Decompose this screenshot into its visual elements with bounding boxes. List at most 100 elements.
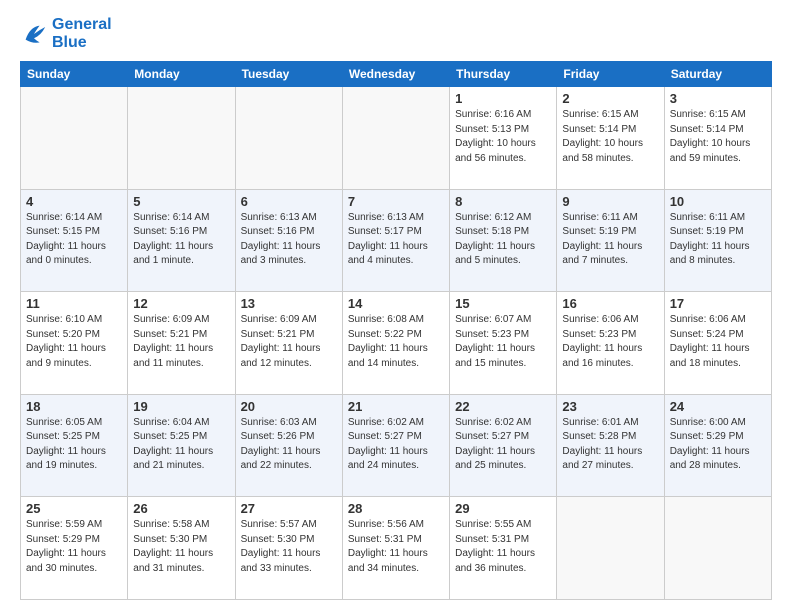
logo-icon [20, 20, 48, 48]
calendar-cell: 15 Sunrise: 6:07 AM Sunset: 5:23 PM Dayli… [450, 292, 557, 395]
calendar-cell [664, 497, 771, 600]
day-info: Sunrise: 6:06 AM Sunset: 5:23 PM Dayligh… [562, 313, 658, 371]
day-info: Sunrise: 6:14 AM Sunset: 5:16 PM Dayligh… [133, 211, 229, 269]
day-info: Sunrise: 6:09 AM Sunset: 5:21 PM Dayligh… [241, 313, 337, 371]
calendar-cell: 24 Sunrise: 6:00 AM Sunset: 5:29 PM Dayli… [664, 394, 771, 497]
day-number: 24 [670, 399, 766, 414]
day-number: 22 [455, 399, 551, 414]
calendar-cell: 3 Sunrise: 6:15 AM Sunset: 5:14 PM Daylig… [664, 87, 771, 190]
day-number: 19 [133, 399, 229, 414]
day-number: 27 [241, 501, 337, 516]
calendar-cell: 22 Sunrise: 6:02 AM Sunset: 5:27 PM Dayli… [450, 394, 557, 497]
calendar-cell [235, 87, 342, 190]
day-info: Sunrise: 6:02 AM Sunset: 5:27 PM Dayligh… [348, 416, 444, 474]
day-info: Sunrise: 6:13 AM Sunset: 5:17 PM Dayligh… [348, 211, 444, 269]
calendar-week-row: 1 Sunrise: 6:16 AM Sunset: 5:13 PM Daylig… [21, 87, 772, 190]
calendar-cell: 13Sunrise: 6:09 AM Sunset: 5:21 PM Dayli… [235, 292, 342, 395]
day-info: Sunrise: 5:57 AM Sunset: 5:30 PM Dayligh… [241, 518, 337, 576]
calendar-cell: 19 Sunrise: 6:04 AM Sunset: 5:25 PM Dayli… [128, 394, 235, 497]
day-info: Sunrise: 6:06 AM Sunset: 5:24 PM Dayligh… [670, 313, 766, 371]
calendar-cell: 9 Sunrise: 6:11 AM Sunset: 5:19 PM Daylig… [557, 189, 664, 292]
day-number: 25 [26, 501, 122, 516]
day-info: Sunrise: 6:03 AM Sunset: 5:26 PM Dayligh… [241, 416, 337, 474]
day-number: 12 [133, 296, 229, 311]
calendar-cell: 28 Sunrise: 5:56 AM Sunset: 5:31 PM Dayli… [342, 497, 449, 600]
day-number: 14 [348, 296, 444, 311]
calendar-week-row: 25 Sunrise: 5:59 AM Sunset: 5:29 PM Dayli… [21, 497, 772, 600]
calendar-week-row: 11Sunrise: 6:10 AM Sunset: 5:20 PM Dayli… [21, 292, 772, 395]
day-info: Sunrise: 6:05 AM Sunset: 5:25 PM Dayligh… [26, 416, 122, 474]
calendar-cell: 26Sunrise: 5:58 AM Sunset: 5:30 PM Dayli… [128, 497, 235, 600]
day-number: 4 [26, 194, 122, 209]
calendar-cell: 27 Sunrise: 5:57 AM Sunset: 5:30 PM Dayli… [235, 497, 342, 600]
calendar-cell: 8Sunrise: 6:12 AM Sunset: 5:18 PM Daylig… [450, 189, 557, 292]
day-info: Sunrise: 6:02 AM Sunset: 5:27 PM Dayligh… [455, 416, 551, 474]
day-number: 15 [455, 296, 551, 311]
calendar-header-row: SundayMondayTuesdayWednesdayThursdayFrid… [21, 62, 772, 87]
day-info: Sunrise: 6:08 AM Sunset: 5:22 PM Dayligh… [348, 313, 444, 371]
day-info: Sunrise: 5:58 AM Sunset: 5:30 PM Dayligh… [133, 518, 229, 576]
day-info: Sunrise: 6:07 AM Sunset: 5:23 PM Dayligh… [455, 313, 551, 371]
day-info: Sunrise: 6:15 AM Sunset: 5:14 PM Dayligh… [670, 108, 766, 166]
calendar-week-row: 18 Sunrise: 6:05 AM Sunset: 5:25 PM Dayli… [21, 394, 772, 497]
calendar-cell: 20 Sunrise: 6:03 AM Sunset: 5:26 PM Dayli… [235, 394, 342, 497]
calendar-cell: 1 Sunrise: 6:16 AM Sunset: 5:13 PM Daylig… [450, 87, 557, 190]
day-number: 9 [562, 194, 658, 209]
day-info: Sunrise: 6:13 AM Sunset: 5:16 PM Dayligh… [241, 211, 337, 269]
calendar-cell: 29 Sunrise: 5:55 AM Sunset: 5:31 PM Dayli… [450, 497, 557, 600]
calendar-cell: 14 Sunrise: 6:08 AM Sunset: 5:22 PM Dayli… [342, 292, 449, 395]
day-info: Sunrise: 6:15 AM Sunset: 5:14 PM Dayligh… [562, 108, 658, 166]
calendar-cell: 17 Sunrise: 6:06 AM Sunset: 5:24 PM Dayli… [664, 292, 771, 395]
day-number: 23 [562, 399, 658, 414]
weekday-header: Saturday [664, 62, 771, 87]
day-number: 2 [562, 91, 658, 106]
day-info: Sunrise: 6:16 AM Sunset: 5:13 PM Dayligh… [455, 108, 551, 166]
day-info: Sunrise: 6:00 AM Sunset: 5:29 PM Dayligh… [670, 416, 766, 474]
day-number: 7 [348, 194, 444, 209]
header: General Blue [20, 16, 772, 51]
calendar-cell: 12Sunrise: 6:09 AM Sunset: 5:21 PM Dayli… [128, 292, 235, 395]
day-number: 28 [348, 501, 444, 516]
logo-text: General Blue [52, 16, 112, 51]
calendar-cell [557, 497, 664, 600]
weekday-header: Sunday [21, 62, 128, 87]
calendar-cell: 2 Sunrise: 6:15 AM Sunset: 5:14 PM Daylig… [557, 87, 664, 190]
calendar-cell: 25 Sunrise: 5:59 AM Sunset: 5:29 PM Dayli… [21, 497, 128, 600]
calendar-cell: 4 Sunrise: 6:14 AM Sunset: 5:15 PM Daylig… [21, 189, 128, 292]
day-number: 20 [241, 399, 337, 414]
day-info: Sunrise: 5:56 AM Sunset: 5:31 PM Dayligh… [348, 518, 444, 576]
calendar-cell: 10 Sunrise: 6:11 AM Sunset: 5:19 PM Dayli… [664, 189, 771, 292]
calendar-cell [342, 87, 449, 190]
day-number: 29 [455, 501, 551, 516]
calendar-cell: 18 Sunrise: 6:05 AM Sunset: 5:25 PM Dayli… [21, 394, 128, 497]
weekday-header: Friday [557, 62, 664, 87]
weekday-header: Thursday [450, 62, 557, 87]
weekday-header: Monday [128, 62, 235, 87]
calendar-cell: 7 Sunrise: 6:13 AM Sunset: 5:17 PM Daylig… [342, 189, 449, 292]
weekday-header: Tuesday [235, 62, 342, 87]
day-number: 6 [241, 194, 337, 209]
day-number: 16 [562, 296, 658, 311]
calendar-cell: 5 Sunrise: 6:14 AM Sunset: 5:16 PM Daylig… [128, 189, 235, 292]
logo: General Blue [20, 16, 112, 51]
day-info: Sunrise: 5:59 AM Sunset: 5:29 PM Dayligh… [26, 518, 122, 576]
day-info: Sunrise: 6:10 AM Sunset: 5:20 PM Dayligh… [26, 313, 122, 371]
day-number: 8 [455, 194, 551, 209]
day-number: 21 [348, 399, 444, 414]
day-info: Sunrise: 6:11 AM Sunset: 5:19 PM Dayligh… [562, 211, 658, 269]
day-number: 3 [670, 91, 766, 106]
calendar-cell: 21 Sunrise: 6:02 AM Sunset: 5:27 PM Dayli… [342, 394, 449, 497]
day-info: Sunrise: 6:11 AM Sunset: 5:19 PM Dayligh… [670, 211, 766, 269]
day-info: Sunrise: 5:55 AM Sunset: 5:31 PM Dayligh… [455, 518, 551, 576]
day-number: 17 [670, 296, 766, 311]
calendar-cell [128, 87, 235, 190]
day-info: Sunrise: 6:04 AM Sunset: 5:25 PM Dayligh… [133, 416, 229, 474]
day-number: 5 [133, 194, 229, 209]
calendar-cell: 16 Sunrise: 6:06 AM Sunset: 5:23 PM Dayli… [557, 292, 664, 395]
day-number: 10 [670, 194, 766, 209]
day-number: 18 [26, 399, 122, 414]
day-info: Sunrise: 6:01 AM Sunset: 5:28 PM Dayligh… [562, 416, 658, 474]
calendar-cell: 11Sunrise: 6:10 AM Sunset: 5:20 PM Dayli… [21, 292, 128, 395]
day-number: 1 [455, 91, 551, 106]
day-info: Sunrise: 6:14 AM Sunset: 5:15 PM Dayligh… [26, 211, 122, 269]
